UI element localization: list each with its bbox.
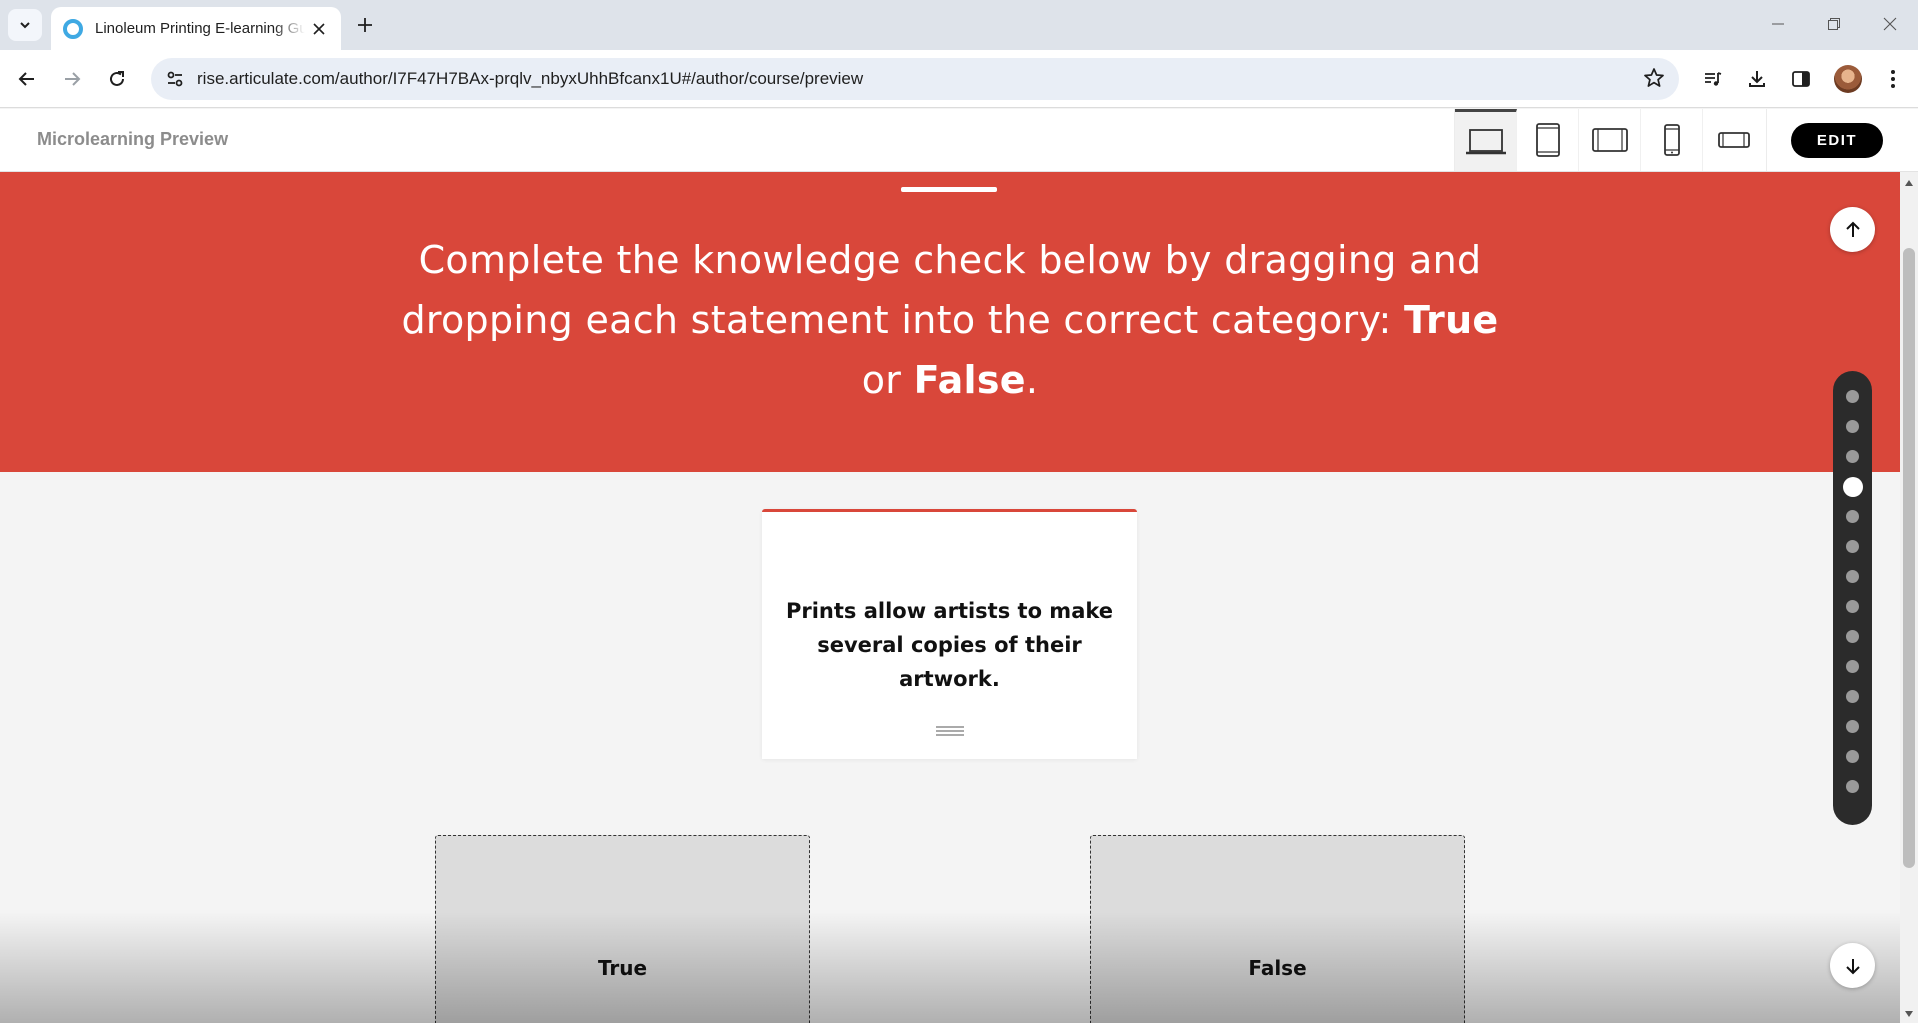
progress-dot-8[interactable] xyxy=(1846,600,1859,613)
drop-zone-true[interactable]: True xyxy=(435,835,810,1023)
instruction-banner: Complete the knowledge check below by dr… xyxy=(0,172,1900,472)
plus-icon xyxy=(358,18,372,32)
star-icon xyxy=(1644,68,1664,87)
bookmark-button[interactable] xyxy=(1643,67,1665,93)
tablet-portrait-icon xyxy=(1535,123,1560,157)
scroll-up-button[interactable] xyxy=(1830,207,1875,252)
tab-search-button[interactable] xyxy=(8,9,42,41)
reload-button[interactable] xyxy=(100,62,134,96)
tab-title: Linoleum Printing E-learning Gu xyxy=(95,20,305,37)
arrow-up-icon xyxy=(1845,221,1860,237)
statement-text: Prints allow artists to make several cop… xyxy=(785,599,1114,691)
arrow-right-icon xyxy=(65,72,81,86)
edit-button[interactable]: EDIT xyxy=(1791,123,1883,158)
scroll-down-button[interactable] xyxy=(1830,943,1875,988)
restore-icon xyxy=(1828,18,1840,30)
profile-avatar[interactable] xyxy=(1834,65,1862,93)
url-text: rise.articulate.com/author/I7F47H7BAx-pr… xyxy=(197,69,864,88)
progress-dot-11[interactable] xyxy=(1846,690,1859,703)
device-phone-landscape-button[interactable] xyxy=(1703,109,1765,171)
drag-handle-icon[interactable] xyxy=(936,726,964,736)
site-info-button[interactable] xyxy=(161,65,189,93)
minimize-icon xyxy=(1772,23,1784,25)
page-scrollbar[interactable] xyxy=(1900,172,1918,1023)
device-tablet-landscape-button[interactable] xyxy=(1579,109,1641,171)
browser-toolbar: rise.articulate.com/author/I7F47H7BAx-pr… xyxy=(0,50,1918,108)
device-tablet-portrait-button[interactable] xyxy=(1517,109,1579,171)
download-icon xyxy=(1749,71,1765,87)
progress-dot-10[interactable] xyxy=(1846,660,1859,673)
progress-dot-5[interactable] xyxy=(1846,510,1859,523)
tab-close-button[interactable] xyxy=(309,19,329,39)
browser-menu-button[interactable] xyxy=(1876,62,1910,96)
arrow-down-icon xyxy=(1845,958,1860,974)
chevron-down-icon xyxy=(20,22,30,29)
restore-button[interactable] xyxy=(1812,8,1856,40)
laptop-icon xyxy=(1465,128,1506,154)
scrollbar-down-arrow[interactable] xyxy=(1905,1011,1913,1017)
new-tab-button[interactable] xyxy=(352,12,378,38)
progress-dot-3[interactable] xyxy=(1846,450,1859,463)
reload-icon xyxy=(110,71,124,86)
progress-dot-14[interactable] xyxy=(1846,780,1859,793)
phone-landscape-icon xyxy=(1718,132,1750,148)
progress-dot-1[interactable] xyxy=(1846,390,1859,403)
progress-dot-2[interactable] xyxy=(1846,420,1859,433)
preview-header: Microlearning Preview EDIT xyxy=(0,109,1918,172)
close-icon xyxy=(1883,17,1897,31)
device-phone-portrait-button[interactable] xyxy=(1641,109,1703,171)
more-vertical-icon xyxy=(1891,70,1895,88)
close-window-button[interactable] xyxy=(1868,8,1912,40)
forward-button[interactable] xyxy=(55,62,89,96)
progress-dot-9[interactable] xyxy=(1846,630,1859,643)
scrollbar-thumb[interactable] xyxy=(1903,248,1915,868)
banner-divider xyxy=(901,187,997,192)
tablet-landscape-icon xyxy=(1591,128,1628,152)
drop-zone-label: False xyxy=(1248,956,1307,980)
section-progress-nav xyxy=(1833,371,1872,825)
progress-dot-6[interactable] xyxy=(1846,540,1859,553)
close-icon xyxy=(313,23,325,35)
phone-portrait-icon xyxy=(1663,124,1680,156)
progress-dot-4[interactable] xyxy=(1842,477,1863,497)
drop-zone-false[interactable]: False xyxy=(1090,835,1465,1023)
back-button[interactable] xyxy=(10,62,44,96)
downloads-button[interactable] xyxy=(1740,62,1774,96)
device-switcher xyxy=(1454,109,1767,171)
tune-icon xyxy=(167,71,183,87)
address-bar[interactable]: rise.articulate.com/author/I7F47H7BAx-pr… xyxy=(151,58,1679,100)
drop-zone-label: True xyxy=(597,956,648,980)
playlist-music-icon xyxy=(1705,72,1722,86)
arrow-left-icon xyxy=(18,72,34,86)
scrollbar-up-arrow[interactable] xyxy=(1905,180,1913,186)
device-laptop-button[interactable] xyxy=(1455,109,1517,171)
progress-dot-7[interactable] xyxy=(1846,570,1859,583)
lesson-content: Complete the knowledge check below by dr… xyxy=(0,172,1900,1023)
media-controls-button[interactable] xyxy=(1696,62,1730,96)
favicon-icon xyxy=(63,18,83,39)
bottom-fade-overlay xyxy=(0,912,1900,1023)
instruction-text: Complete the knowledge check below by dr… xyxy=(401,238,1499,402)
preview-title: Microlearning Preview xyxy=(37,129,229,149)
side-panel-icon xyxy=(1792,71,1810,87)
draggable-statement-card[interactable]: Prints allow artists to make several cop… xyxy=(762,509,1137,759)
browser-tabstrip: Linoleum Printing E-learning Gu xyxy=(0,0,1918,50)
minimize-button[interactable] xyxy=(1756,8,1800,40)
side-panel-button[interactable] xyxy=(1784,62,1818,96)
browser-tab[interactable]: Linoleum Printing E-learning Gu xyxy=(51,7,341,50)
progress-dot-12[interactable] xyxy=(1846,720,1859,733)
progress-dot-13[interactable] xyxy=(1846,750,1859,763)
